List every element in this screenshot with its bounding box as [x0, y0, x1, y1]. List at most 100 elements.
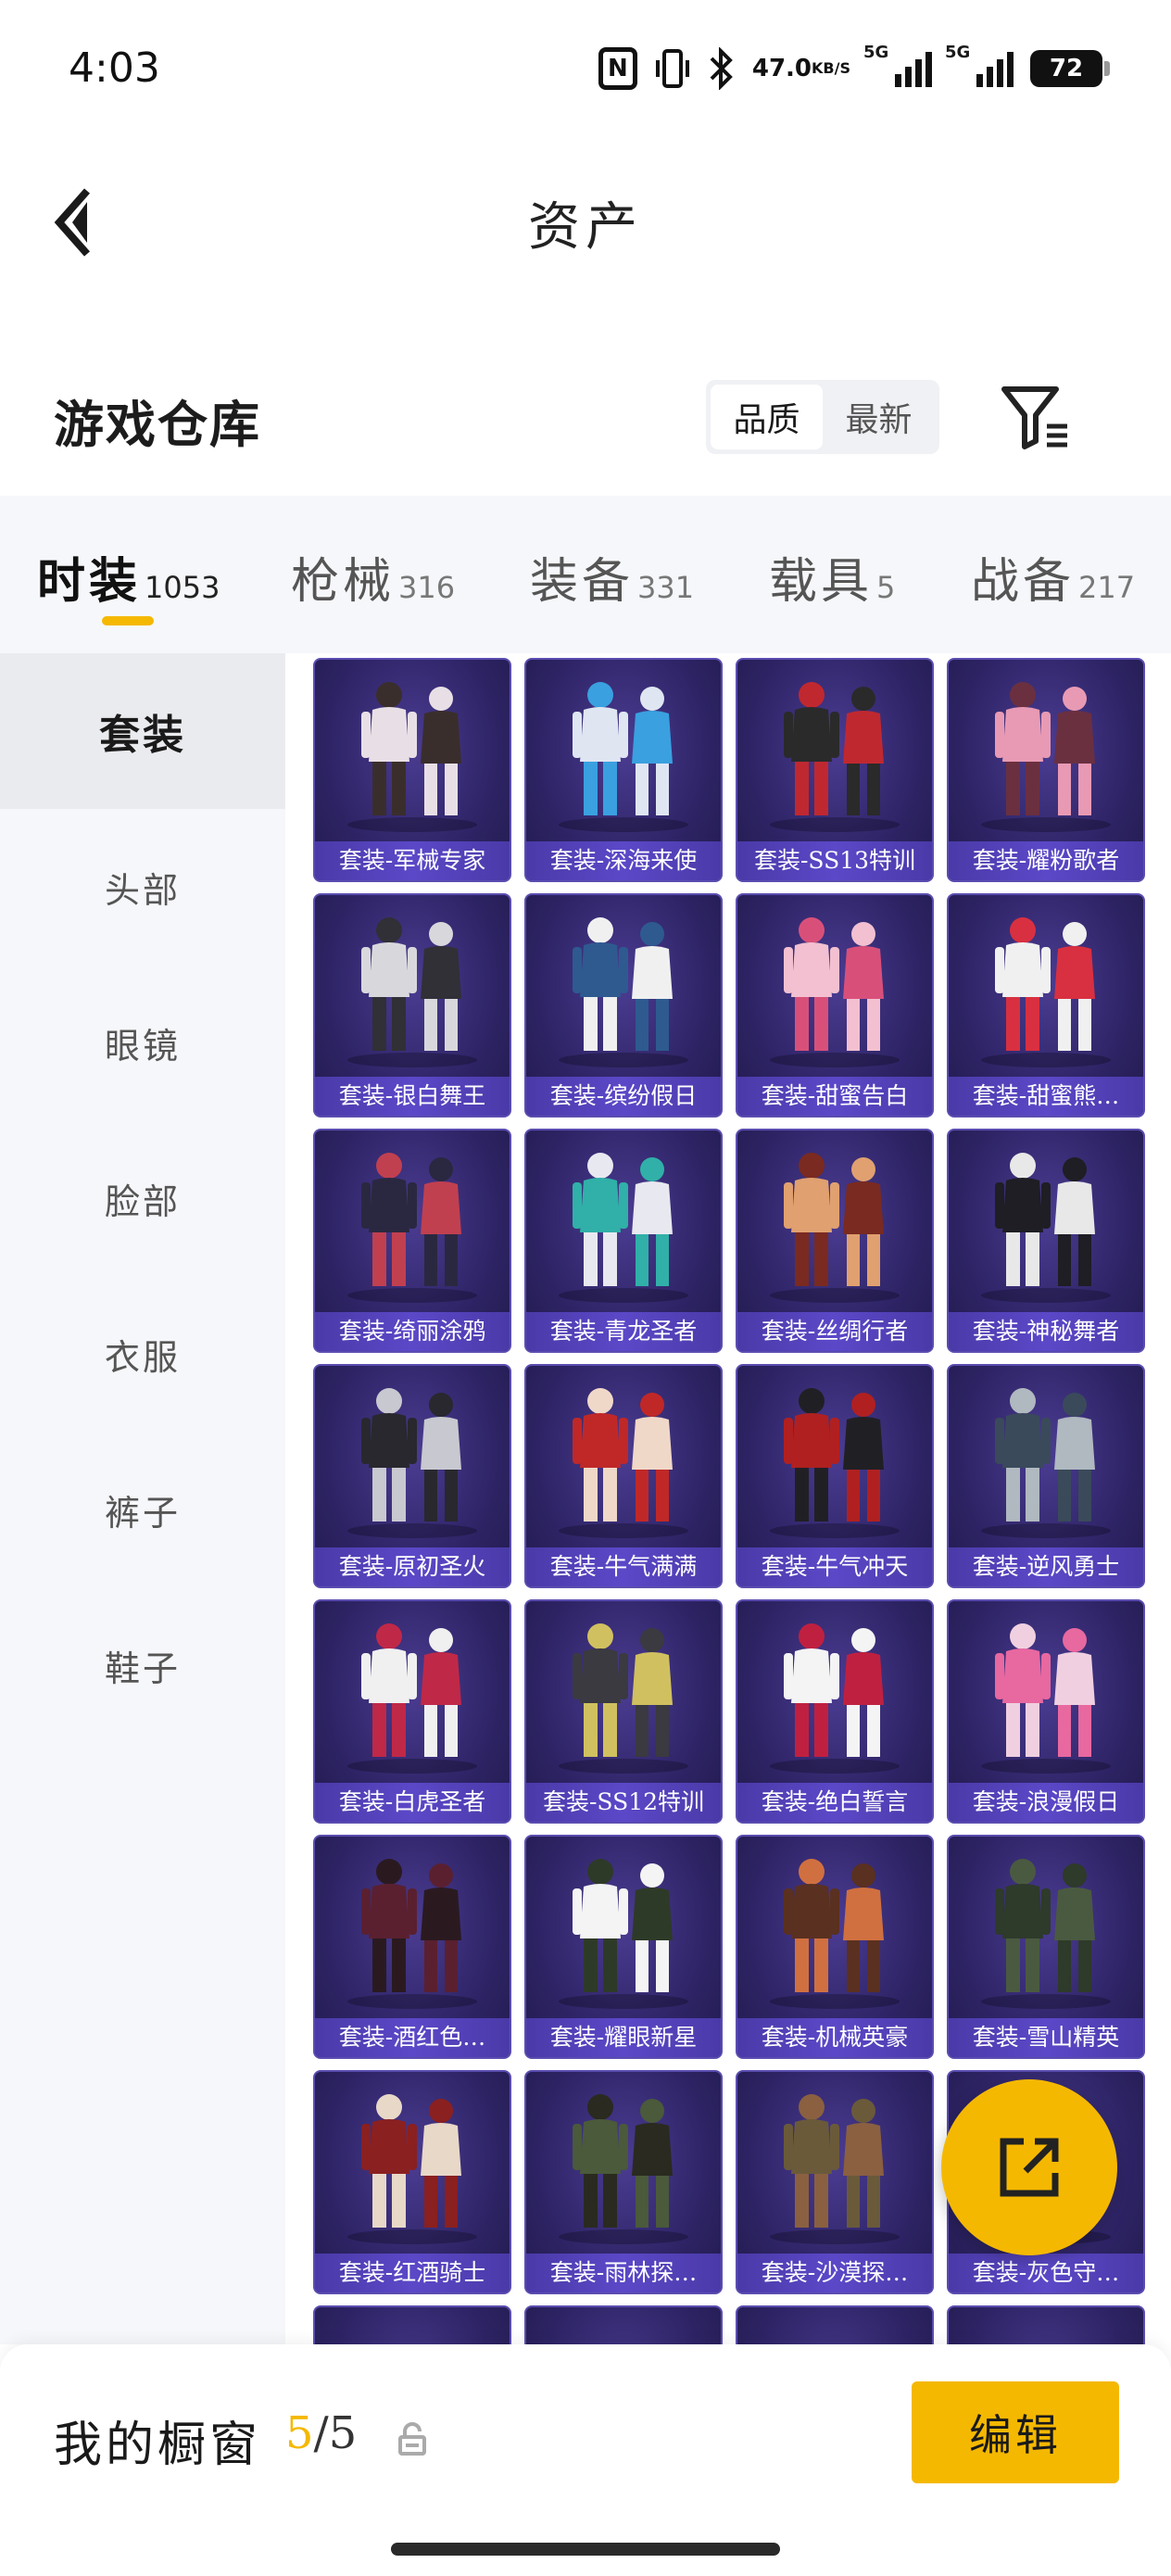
- sidebar-item-face[interactable]: 脸部: [0, 1120, 285, 1276]
- item-card[interactable]: [736, 2305, 934, 2344]
- item-card[interactable]: 套装-耀粉歌者: [947, 658, 1145, 882]
- showcase-current: 5: [285, 2407, 314, 2459]
- tab-fashion[interactable]: 时装 1053: [37, 542, 220, 612]
- filter-button[interactable]: [999, 384, 1073, 452]
- item-card[interactable]: 套装-雨林探…: [524, 2070, 723, 2294]
- item-card[interactable]: 套装-酒红色…: [313, 1835, 511, 2059]
- item-label: 套装-白虎圣者: [315, 1783, 510, 1822]
- item-label: 套装-军械专家: [315, 841, 510, 880]
- item-label: 套装-灰色守…: [949, 2254, 1143, 2292]
- item-label: 套装-原初圣火: [315, 1547, 510, 1586]
- item-label: 套装-耀粉歌者: [949, 841, 1143, 880]
- item-label: 套装-绮丽涂鸦: [315, 1312, 510, 1351]
- item-card[interactable]: 套装-银白舞王: [313, 893, 511, 1118]
- lock-icon[interactable]: [397, 2422, 428, 2456]
- showcase-label: 我的橱窗: [54, 2418, 262, 2473]
- item-card[interactable]: 套装-绝白誓言: [736, 1599, 934, 1824]
- item-label: 套装-耀眼新星: [526, 2018, 721, 2057]
- sim1-label: 5G: [863, 43, 889, 62]
- tab-vehicles[interactable]: 载具 5: [769, 542, 895, 612]
- net-speed-unit: KB/S: [812, 59, 850, 77]
- item-label: 套装-甜蜜告白: [737, 1077, 932, 1116]
- item-card[interactable]: 套装-白虎圣者: [313, 1599, 511, 1824]
- item-card[interactable]: 套装-军械专家: [313, 658, 511, 882]
- showcase-max: 5: [328, 2407, 358, 2459]
- outfit-thumbnail: [770, 1388, 900, 1538]
- item-card[interactable]: 套装-SS12特训: [524, 1599, 723, 1824]
- item-card[interactable]: 套装-青龙圣者: [524, 1129, 723, 1353]
- item-card[interactable]: 套装-机械英豪: [736, 1835, 934, 2059]
- outfit-thumbnail: [981, 1623, 1111, 1774]
- outfit-thumbnail: [559, 682, 688, 832]
- sort-toggle: 品质 最新: [706, 380, 939, 454]
- sort-latest-button[interactable]: 最新: [823, 385, 935, 449]
- net-speed: 47.0 KB/S: [752, 57, 850, 81]
- item-card[interactable]: 套装-雪山精英: [947, 1835, 1145, 2059]
- outfit-thumbnail: [770, 917, 900, 1067]
- sim2-label: 5G: [945, 43, 971, 62]
- item-card[interactable]: 套装-深海来使: [524, 658, 723, 882]
- tab-count: 1053: [145, 570, 220, 605]
- item-card[interactable]: 套装-牛气满满: [524, 1364, 723, 1588]
- item-card[interactable]: 套装-牛气冲天: [736, 1364, 934, 1588]
- item-label: 套装-SS12特训: [526, 1783, 721, 1822]
- item-card[interactable]: 套装-缤纷假日: [524, 893, 723, 1118]
- outfit-thumbnail: [770, 1153, 900, 1303]
- outfit-thumbnail: [981, 1859, 1111, 2009]
- item-card[interactable]: 套装-原初圣火: [313, 1364, 511, 1588]
- item-card[interactable]: 套装-神秘舞者: [947, 1129, 1145, 1353]
- item-card[interactable]: 套装-绮丽涂鸦: [313, 1129, 511, 1353]
- item-card[interactable]: 套装-浪漫假日: [947, 1599, 1145, 1824]
- item-label: 套装-缤纷假日: [526, 1077, 721, 1116]
- filter-icon: [1001, 386, 1067, 449]
- sidebar-item-suits[interactable]: 套装: [0, 653, 285, 809]
- tab-guns[interactable]: 枪械 316: [291, 542, 455, 612]
- item-card[interactable]: 套装-甜蜜告白: [736, 893, 934, 1118]
- item-card[interactable]: 套装-耀眼新星: [524, 1835, 723, 2059]
- tab-count: 5: [876, 570, 896, 605]
- item-label: 套装-雨林探…: [526, 2254, 721, 2292]
- item-card[interactable]: 套装-沙漠探…: [736, 2070, 934, 2294]
- tab-gear[interactable]: 战备 217: [971, 542, 1135, 612]
- item-card[interactable]: 套装-红酒骑士: [313, 2070, 511, 2294]
- status-time: 4:03: [69, 44, 160, 92]
- outfit-thumbnail: [347, 1859, 477, 2009]
- outfit-thumbnail: [981, 1153, 1111, 1303]
- item-card[interactable]: [524, 2305, 723, 2344]
- item-card[interactable]: 套装-丝绸行者: [736, 1129, 934, 1353]
- section-title: 游戏仓库: [54, 396, 261, 454]
- sidebar-item-head[interactable]: 头部: [0, 809, 285, 965]
- sidebar-item-glasses[interactable]: 眼镜: [0, 965, 285, 1120]
- item-label: 套装-机械英豪: [737, 2018, 932, 2057]
- home-indicator: [391, 2543, 780, 2556]
- tab-label: 时装: [37, 554, 142, 610]
- item-card[interactable]: [313, 2305, 511, 2344]
- item-card[interactable]: 套装-SS13特训: [736, 658, 934, 882]
- sort-quality-button[interactable]: 品质: [711, 385, 823, 449]
- outfit-thumbnail: [559, 1388, 688, 1538]
- outfit-thumbnail: [770, 2094, 900, 2244]
- item-label: 套装-青龙圣者: [526, 1312, 721, 1351]
- showcase-separator: /: [313, 2407, 329, 2459]
- item-label: 套装-深海来使: [526, 841, 721, 880]
- tab-count: 316: [398, 570, 456, 605]
- sidebar-item-clothes[interactable]: 衣服: [0, 1276, 285, 1432]
- showcase-bar: 我的橱窗 5/5 编辑: [0, 2344, 1171, 2576]
- item-label: 套装-丝绸行者: [737, 1312, 932, 1351]
- sidebar-item-shoes[interactable]: 鞋子: [0, 1587, 285, 1743]
- item-label: 套装-牛气冲天: [737, 1547, 932, 1586]
- outfit-thumbnail: [347, 2094, 477, 2244]
- edit-button[interactable]: 编辑: [912, 2381, 1119, 2483]
- tab-count: 331: [637, 570, 695, 605]
- outfit-thumbnail: [981, 917, 1111, 1067]
- tab-count: 217: [1078, 570, 1136, 605]
- outfit-thumbnail: [559, 1859, 688, 2009]
- sidebar-item-pants[interactable]: 裤子: [0, 1432, 285, 1587]
- signal-icon: 5G: [945, 43, 1014, 87]
- item-card[interactable]: [947, 2305, 1145, 2344]
- tab-equipment[interactable]: 装备 331: [530, 542, 694, 612]
- item-card[interactable]: 套装-逆风勇士: [947, 1364, 1145, 1588]
- item-label: 套装-SS13特训: [737, 841, 932, 880]
- share-button[interactable]: [941, 2079, 1117, 2255]
- item-card[interactable]: 套装-甜蜜熊…: [947, 893, 1145, 1118]
